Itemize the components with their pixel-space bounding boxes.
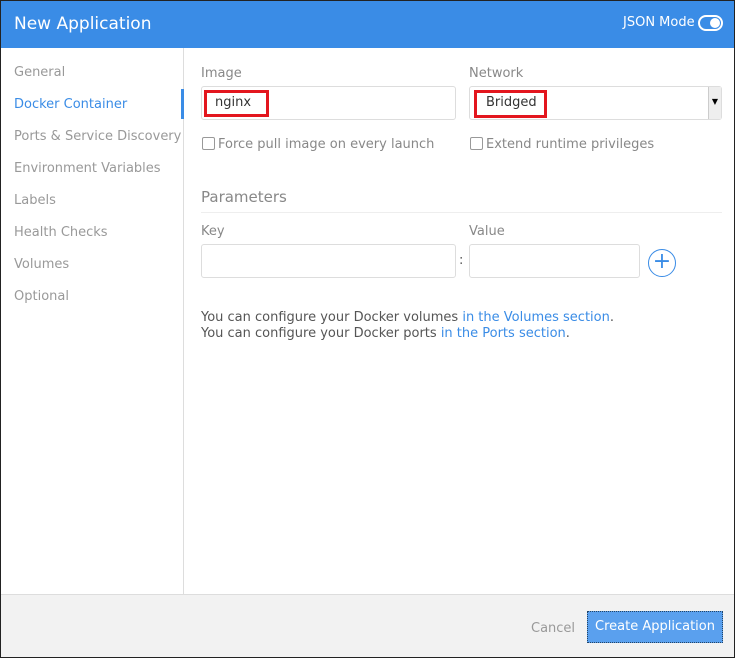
key-label: Key: [201, 224, 225, 239]
new-application-dialog: New Application JSON Mode General Docker…: [0, 0, 735, 658]
dialog-title: New Application: [14, 14, 152, 34]
force-pull-checkbox[interactable]: Force pull image on every launch: [202, 137, 434, 152]
volumes-section-link[interactable]: in the Volumes section: [462, 310, 610, 325]
parameter-value-input[interactable]: [469, 244, 640, 278]
sidebar-item-docker-container[interactable]: Docker Container: [14, 97, 127, 112]
ports-info-text: You can configure your Docker ports: [201, 326, 441, 341]
image-input[interactable]: nginx: [201, 86, 456, 120]
force-pull-label: Force pull image on every launch: [218, 137, 435, 152]
ports-section-link[interactable]: in the Ports section: [441, 326, 566, 341]
json-mode-toggle[interactable]: [698, 15, 723, 31]
highlight-box: [474, 90, 547, 118]
volumes-info: You can configure your Docker volumes in…: [201, 310, 614, 325]
volumes-info-text: You can configure your Docker volumes: [201, 310, 463, 325]
cancel-button[interactable]: Cancel: [531, 621, 575, 636]
parameters-title: Parameters: [201, 188, 287, 206]
sidebar-item-health-checks[interactable]: Health Checks: [14, 225, 108, 240]
network-select[interactable]: Bridged ▼: [469, 86, 722, 120]
image-label: Image: [201, 66, 242, 81]
highlight-box: [204, 90, 269, 117]
add-parameter-plus-icon[interactable]: +: [648, 249, 676, 277]
parameter-key-input[interactable]: [201, 244, 456, 278]
value-label: Value: [469, 224, 505, 239]
sidebar-item-environment-variables[interactable]: Environment Variables: [14, 161, 161, 176]
chevron-down-icon[interactable]: ▼: [708, 87, 721, 119]
ports-info: You can configure your Docker ports in t…: [201, 326, 570, 341]
extend-privileges-checkbox[interactable]: Extend runtime privileges: [470, 137, 654, 152]
json-mode-label: JSON Mode: [623, 15, 695, 30]
toggle-knob: [710, 18, 720, 28]
divider: [201, 212, 722, 213]
sidebar: General Docker Container Ports & Service…: [1, 48, 184, 594]
create-application-button[interactable]: Create Application: [587, 611, 723, 643]
period: .: [565, 326, 570, 341]
checkbox-icon[interactable]: [202, 137, 215, 150]
period: .: [609, 310, 614, 325]
sidebar-item-optional[interactable]: Optional: [14, 289, 69, 304]
network-label: Network: [469, 66, 524, 81]
key-value-separator: :: [459, 253, 464, 268]
sidebar-item-ports[interactable]: Ports & Service Discovery: [14, 129, 181, 144]
sidebar-item-general[interactable]: General: [14, 65, 65, 80]
active-indicator: [181, 89, 184, 119]
sidebar-item-volumes[interactable]: Volumes: [14, 257, 69, 272]
extend-privileges-label: Extend runtime privileges: [486, 137, 655, 152]
dialog-footer: Cancel Create Application: [1, 594, 734, 657]
dialog-header: New Application JSON Mode: [1, 1, 734, 48]
checkbox-icon[interactable]: [470, 137, 483, 150]
sidebar-item-labels[interactable]: Labels: [14, 193, 56, 208]
